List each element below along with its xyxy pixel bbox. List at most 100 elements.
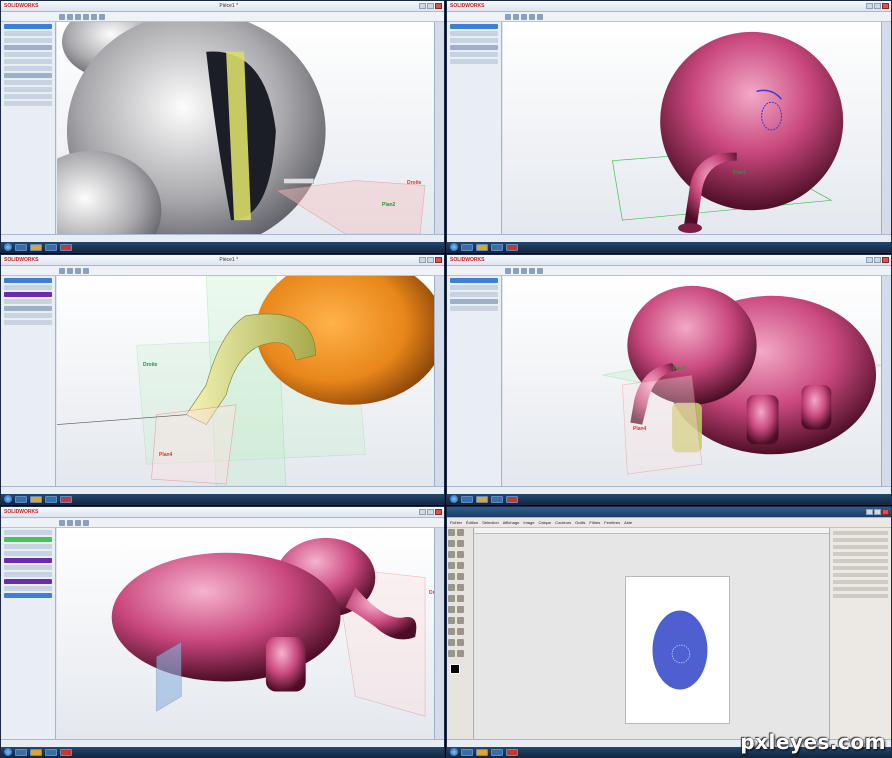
- tool-icon[interactable]: [67, 519, 73, 526]
- taskbar-button[interactable]: [45, 748, 57, 756]
- close-button[interactable]: [435, 257, 442, 263]
- fm-row[interactable]: [4, 59, 52, 64]
- dock-row[interactable]: [833, 580, 888, 584]
- close-button[interactable]: [882, 3, 889, 9]
- fm-row[interactable]: [4, 313, 52, 318]
- start-button[interactable]: [450, 748, 458, 756]
- tool-icon[interactable]: [521, 13, 527, 20]
- close-button[interactable]: [882, 257, 889, 263]
- tool-icon[interactable]: [457, 595, 464, 602]
- tool-icon[interactable]: [529, 13, 535, 20]
- tool-icon[interactable]: [448, 650, 455, 657]
- minimize-button[interactable]: [419, 3, 426, 9]
- tool-icon[interactable]: [83, 267, 89, 274]
- graphics-viewport[interactable]: Droite: [57, 528, 443, 739]
- dock-row[interactable]: [833, 538, 888, 542]
- fm-row[interactable]: [450, 52, 498, 57]
- fm-row[interactable]: [4, 80, 52, 85]
- maximize-button[interactable]: [427, 3, 434, 9]
- dock-row[interactable]: [833, 594, 888, 598]
- taskbar-button[interactable]: [491, 748, 503, 756]
- menu-item[interactable]: Fenêtres: [604, 520, 620, 525]
- taskbar-button[interactable]: [15, 495, 27, 503]
- taskbar-button[interactable]: [30, 243, 42, 251]
- tool-icon[interactable]: [457, 650, 464, 657]
- taskbar-button[interactable]: [476, 748, 488, 756]
- taskbar-button[interactable]: [491, 243, 503, 251]
- taskbar-button[interactable]: [60, 495, 72, 503]
- close-button[interactable]: [435, 509, 442, 515]
- tool-icon[interactable]: [83, 519, 89, 526]
- maximize-button[interactable]: [427, 257, 434, 263]
- tool-icon[interactable]: [99, 13, 105, 20]
- taskbar-button[interactable]: [461, 748, 473, 756]
- tool-icon[interactable]: [91, 13, 97, 20]
- fm-row[interactable]: [4, 73, 52, 78]
- tool-icon[interactable]: [59, 13, 65, 20]
- menu-item[interactable]: Outils: [575, 520, 585, 525]
- maximize-button[interactable]: [874, 3, 881, 9]
- taskbar-button[interactable]: [506, 748, 518, 756]
- minimize-button[interactable]: [866, 509, 873, 515]
- tool-icon[interactable]: [505, 267, 511, 274]
- maximize-button[interactable]: [874, 509, 881, 515]
- fm-row[interactable]: [4, 38, 52, 43]
- fm-row[interactable]: [450, 24, 498, 29]
- menu-item[interactable]: Image: [523, 520, 534, 525]
- fm-row[interactable]: [4, 551, 52, 556]
- fm-row[interactable]: [450, 38, 498, 43]
- maximize-button[interactable]: [427, 509, 434, 515]
- tool-icon[interactable]: [448, 573, 455, 580]
- graphics-viewport[interactable]: Plan1: [503, 22, 881, 234]
- fm-row[interactable]: [4, 285, 52, 290]
- color-swatch[interactable]: [450, 664, 460, 674]
- start-button[interactable]: [4, 495, 12, 503]
- tool-icon[interactable]: [505, 13, 511, 20]
- tool-icon[interactable]: [67, 267, 73, 274]
- close-button[interactable]: [435, 3, 442, 9]
- tool-icon[interactable]: [457, 628, 464, 635]
- tool-icon[interactable]: [457, 606, 464, 613]
- taskbar-button[interactable]: [461, 495, 473, 503]
- fm-row[interactable]: [4, 299, 52, 304]
- task-pane-tabs[interactable]: [434, 528, 444, 739]
- fm-row[interactable]: [4, 24, 52, 29]
- tool-icon[interactable]: [448, 606, 455, 613]
- menu-item[interactable]: Sélection: [482, 520, 498, 525]
- tool-icon[interactable]: [537, 267, 543, 274]
- menu-item[interactable]: Affichage: [503, 520, 520, 525]
- taskbar-button[interactable]: [60, 243, 72, 251]
- minimize-button[interactable]: [419, 509, 426, 515]
- graphics-viewport[interactable]: Plan4 Droite: [57, 276, 434, 486]
- tool-icon[interactable]: [59, 267, 65, 274]
- graphics-viewport[interactable]: Plan4 Plan1: [503, 276, 881, 486]
- tool-icon[interactable]: [75, 13, 81, 20]
- dock-row[interactable]: [833, 587, 888, 591]
- fm-row[interactable]: [4, 530, 52, 535]
- tool-icon[interactable]: [537, 13, 543, 20]
- fm-row[interactable]: [450, 292, 498, 297]
- fm-row[interactable]: [4, 544, 52, 549]
- fm-row[interactable]: [4, 586, 52, 591]
- fm-row[interactable]: [4, 292, 52, 297]
- fm-row[interactable]: [4, 537, 52, 542]
- taskbar-button[interactable]: [30, 748, 42, 756]
- tool-icon[interactable]: [457, 551, 464, 558]
- menu-item[interactable]: Édition: [466, 520, 478, 525]
- fm-row[interactable]: [4, 94, 52, 99]
- fm-row[interactable]: [4, 306, 52, 311]
- tool-icon[interactable]: [457, 584, 464, 591]
- tool-icon[interactable]: [83, 13, 89, 20]
- tool-icon[interactable]: [448, 540, 455, 547]
- tool-icon[interactable]: [75, 519, 81, 526]
- taskbar-button[interactable]: [45, 495, 57, 503]
- taskbar-button[interactable]: [45, 243, 57, 251]
- task-pane-tabs[interactable]: [881, 276, 891, 486]
- menu-item[interactable]: Fichier: [450, 520, 462, 525]
- close-button[interactable]: [882, 509, 889, 515]
- tool-icon[interactable]: [457, 562, 464, 569]
- tool-icon[interactable]: [529, 267, 535, 274]
- tool-icon[interactable]: [448, 584, 455, 591]
- fm-row[interactable]: [4, 52, 52, 57]
- taskbar-button[interactable]: [15, 243, 27, 251]
